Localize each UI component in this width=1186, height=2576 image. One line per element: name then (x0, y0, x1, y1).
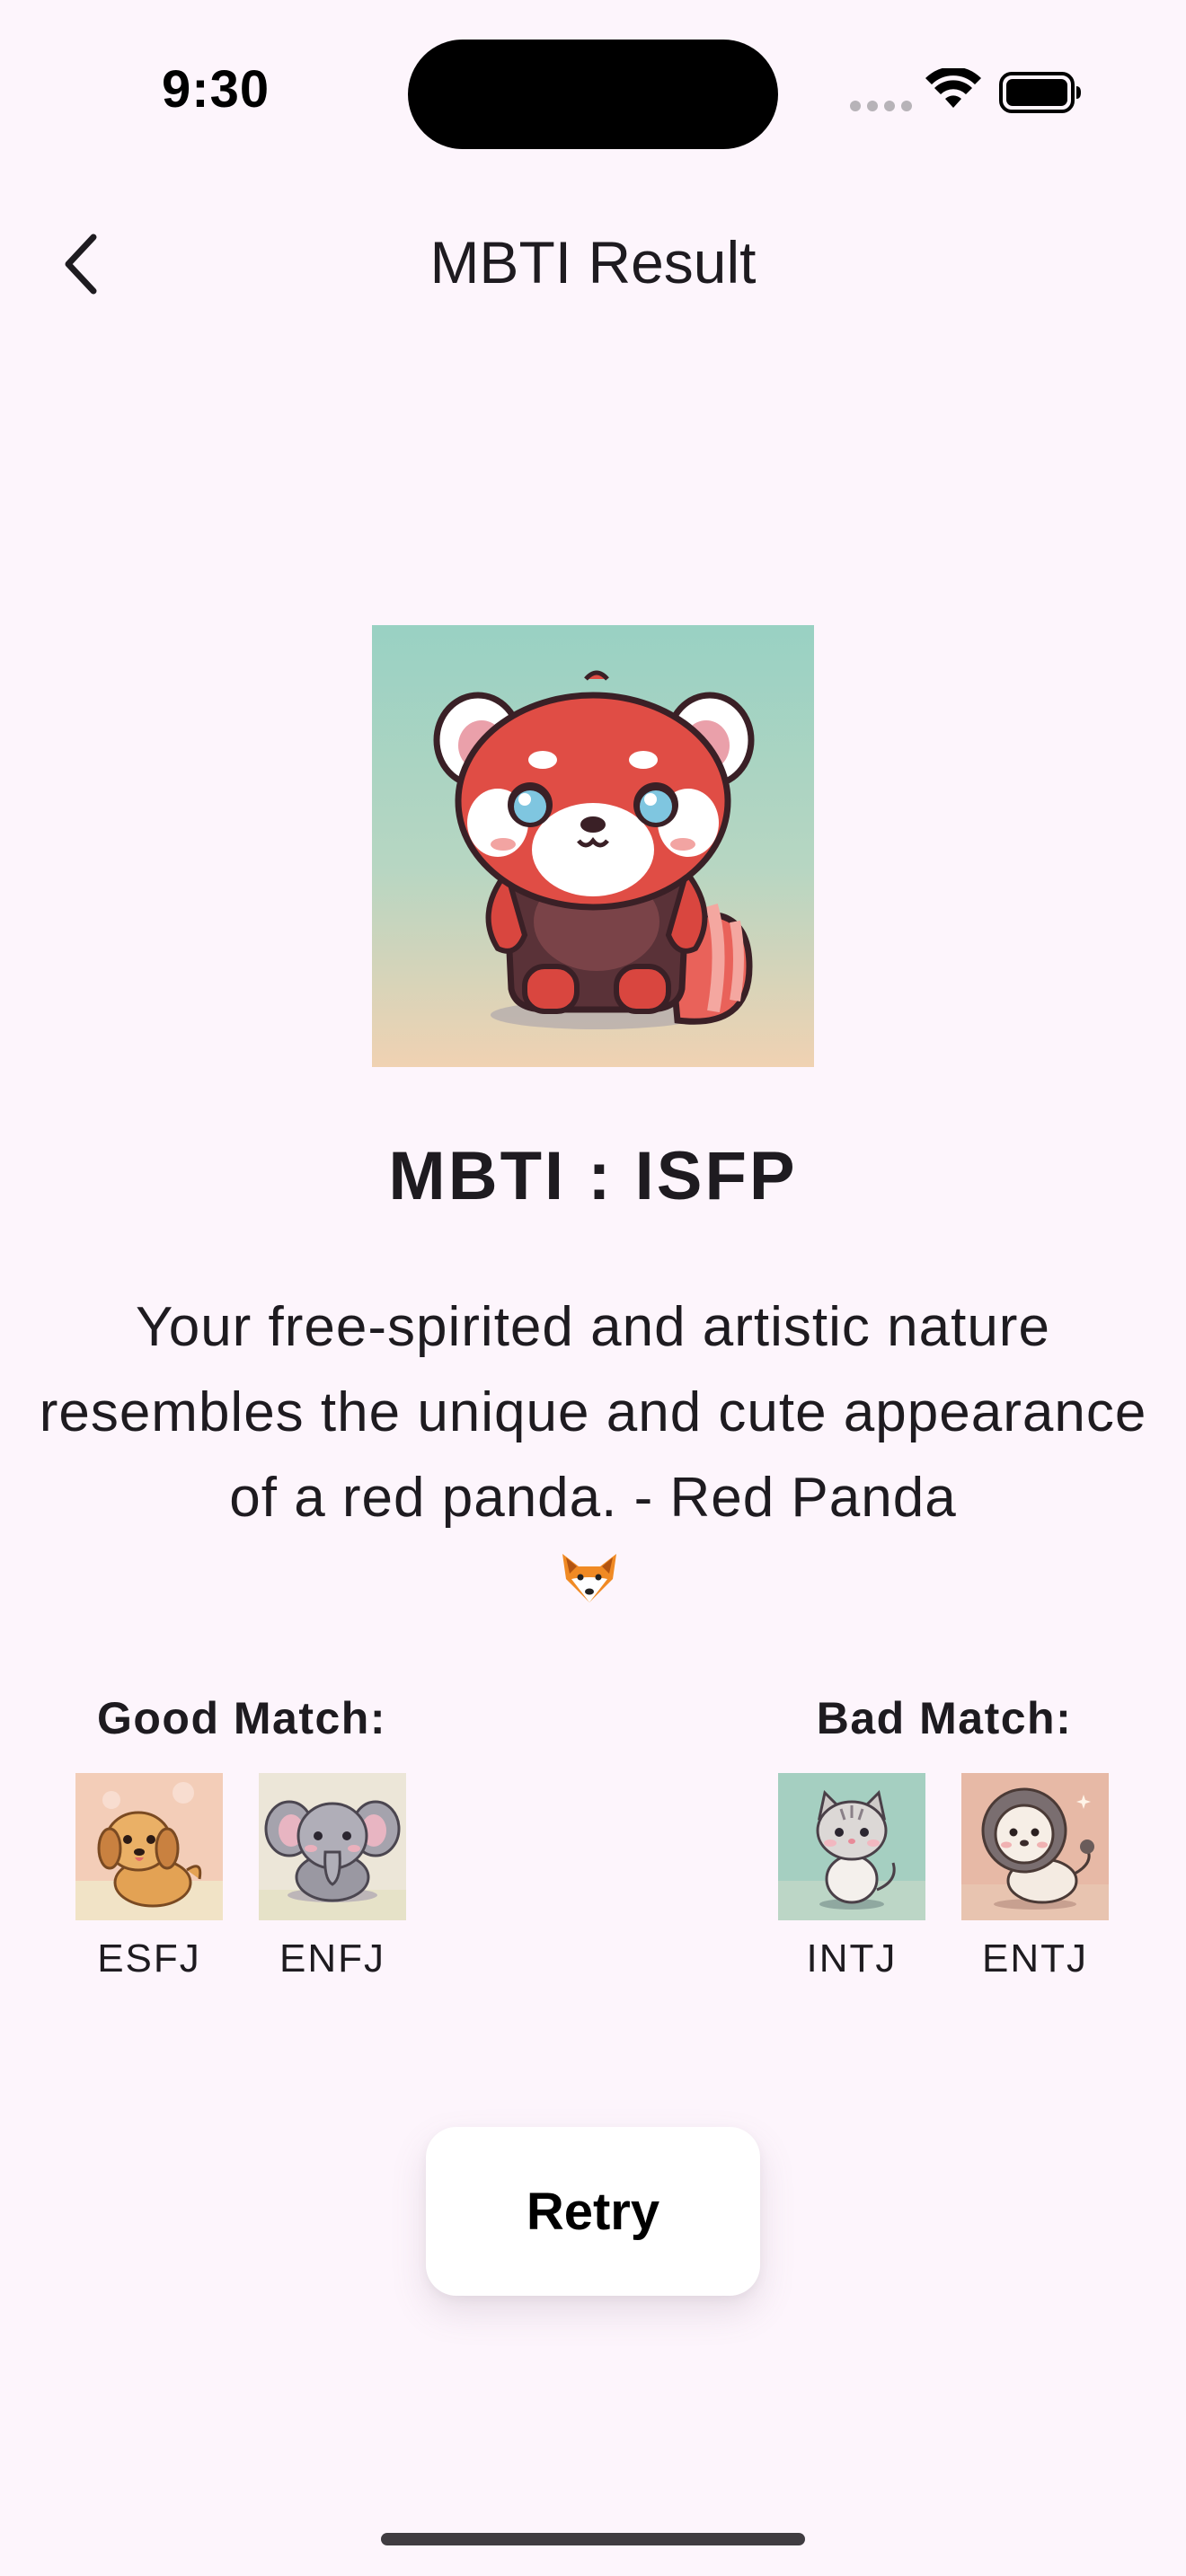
cat-illustration (778, 1773, 925, 1920)
result-description: Your free-spirited and artistic nature r… (39, 1296, 1147, 1529)
match-thumbnail-esfj[interactable] (75, 1773, 223, 1920)
lion-illustration (961, 1773, 1109, 1920)
battery-icon (999, 72, 1081, 113)
match-thumbnail-entj[interactable] (961, 1773, 1109, 1920)
puppy-illustration (75, 1773, 223, 1920)
bad-match-heading: Bad Match: (816, 1693, 1073, 1743)
elephant-illustration (259, 1773, 406, 1920)
dynamic-island (408, 40, 778, 149)
match-label-intj: INTJ (806, 1936, 898, 1981)
retry-button[interactable]: Retry (426, 2127, 760, 2296)
fox-face-emoji (562, 1554, 616, 1602)
cellular-signal-icon (850, 101, 912, 111)
good-match-heading: Good Match: (96, 1693, 387, 1743)
match-thumbnail-intj[interactable] (778, 1773, 925, 1920)
page-title: MBTI Result (429, 229, 757, 296)
match-label-enfj: ENFJ (279, 1936, 385, 1981)
status-time: 9:30 (162, 60, 270, 119)
wifi-icon (925, 68, 981, 108)
home-indicator[interactable] (381, 2533, 805, 2545)
red-panda-illustration (372, 625, 814, 1067)
match-thumbnail-enfj[interactable] (259, 1773, 406, 1920)
match-label-esfj: ESFJ (97, 1936, 201, 1981)
mbti-type-heading: MBTI : ISFP (388, 1138, 798, 1214)
match-label-entj: ENTJ (982, 1936, 1088, 1981)
